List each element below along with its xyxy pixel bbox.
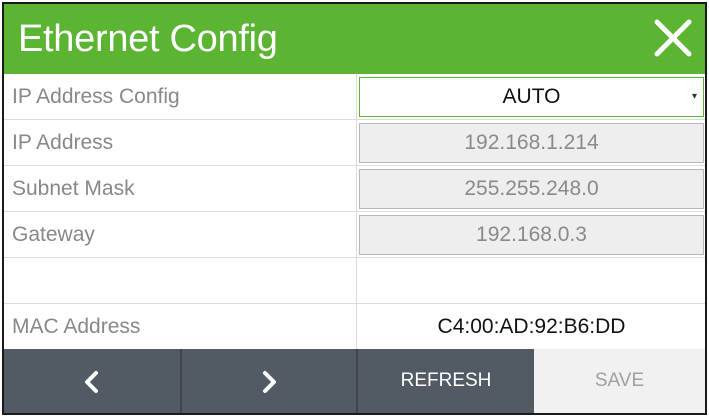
mac-address-value: C4:00:AD:92:B6:DD (437, 315, 626, 338)
config-rows: IP Address Config AUTO ▾ IP Address 192.… (4, 74, 705, 350)
next-button[interactable] (182, 349, 356, 413)
row-divider (356, 166, 357, 212)
dialog-title: Ethernet Config (18, 18, 278, 60)
ip-address-config-label: IP Address Config (12, 85, 180, 108)
previous-button[interactable] (4, 349, 180, 413)
dialog-header: Ethernet Config (4, 4, 705, 74)
gateway-field[interactable]: 192.168.0.3 (359, 215, 704, 255)
save-button[interactable]: SAVE (534, 349, 705, 413)
row-divider (356, 212, 357, 258)
row-empty (4, 258, 705, 304)
row-gateway: Gateway 192.168.0.3 (4, 212, 705, 258)
close-icon (654, 19, 692, 57)
ethernet-config-dialog: Ethernet Config IP Address Config AUTO ▾… (2, 2, 707, 415)
ip-address-label: IP Address (12, 131, 114, 154)
footer-toolbar: REFRESH SAVE (4, 349, 705, 413)
subnet-mask-field[interactable]: 255.255.248.0 (359, 169, 704, 209)
row-mac-address: MAC Address C4:00:AD:92:B6:DD (4, 304, 705, 350)
mac-address-label: MAC Address (12, 315, 141, 338)
dropdown-caret-icon: ▾ (691, 91, 697, 102)
row-divider (356, 74, 357, 120)
ip-address-config-select[interactable]: AUTO ▾ (359, 77, 704, 117)
ip-address-field[interactable]: 192.168.1.214 (359, 123, 704, 163)
chevron-right-icon (263, 371, 276, 394)
row-divider (356, 120, 357, 166)
refresh-button[interactable]: REFRESH (358, 349, 534, 413)
gateway-label: Gateway (12, 223, 95, 246)
subnet-mask-label: Subnet Mask (12, 177, 135, 200)
row-ip-address-config: IP Address Config AUTO ▾ (4, 74, 705, 120)
row-subnet-mask: Subnet Mask 255.255.248.0 (4, 166, 705, 212)
ip-address-config-value: AUTO (502, 85, 561, 108)
row-divider (356, 258, 357, 304)
close-button[interactable] (651, 16, 695, 60)
row-divider (356, 304, 357, 350)
chevron-left-icon (85, 371, 98, 394)
row-ip-address: IP Address 192.168.1.214 (4, 120, 705, 166)
